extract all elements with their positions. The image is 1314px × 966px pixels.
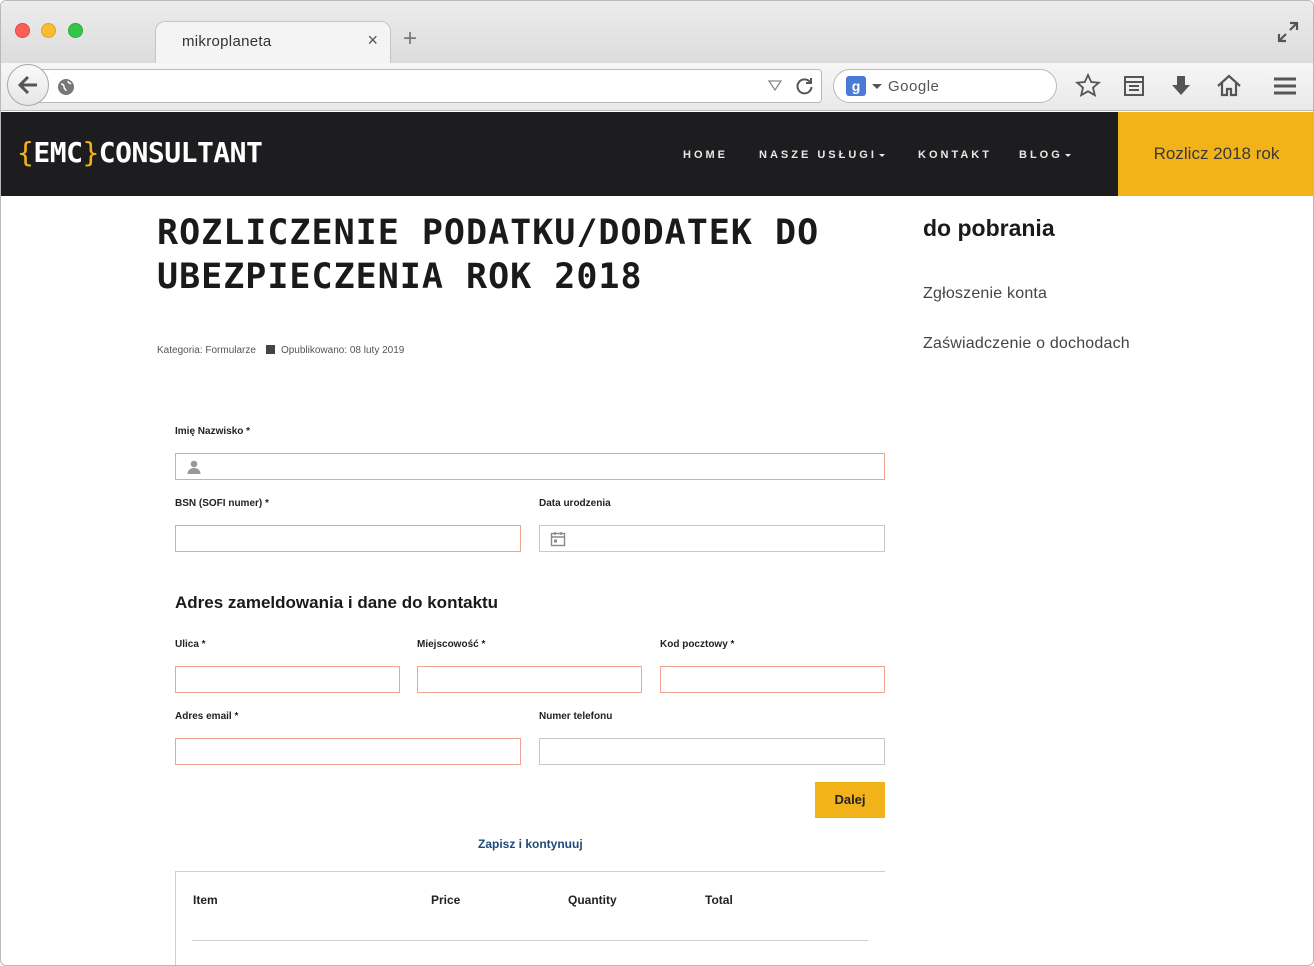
browser-window: mikroplaneta × + g Google {EMC}CONSULTAN… [0, 0, 1314, 966]
sidebar-link-account[interactable]: Zgłoszenie konta [923, 285, 1047, 303]
chevron-down-icon [1064, 153, 1071, 157]
zip-field[interactable] [660, 666, 885, 693]
back-button[interactable] [7, 64, 49, 106]
url-bar[interactable] [9, 69, 822, 103]
tab-title: mikroplaneta [182, 33, 272, 50]
bsn-field[interactable] [175, 525, 521, 552]
phone-label: Numer telefonu [539, 711, 613, 722]
email-field[interactable] [175, 738, 521, 765]
site-logo[interactable]: {EMC}CONSULTANT [17, 136, 263, 169]
name-label: Imię Nazwisko * [175, 426, 251, 437]
page-title-line1: ROZLICZENIE PODATKU/DODATEK DO [157, 213, 820, 253]
nav-blog[interactable]: BLOG [1019, 149, 1071, 161]
browser-navbar: g Google [1, 63, 1313, 111]
cta-label: Rozlicz 2018 rok [1153, 144, 1280, 163]
globe-icon [58, 79, 74, 95]
sidebar-title: do pobrania [923, 215, 1055, 241]
tab-close-icon[interactable]: × [367, 30, 378, 51]
logo-text: CONSULTANT [98, 136, 263, 169]
zip-label: Kod pocztowy * [660, 639, 735, 650]
address-heading: Adres zameldowania i dane do kontaktu [175, 593, 499, 612]
maximize-window-button[interactable] [68, 23, 83, 38]
article-published: Opublikowano: 08 luty 2019 [280, 345, 405, 356]
calendar-icon[interactable] [550, 531, 566, 547]
page-title-line2: UBEZPIECZENIA ROK 2018 [157, 257, 643, 297]
nav-home[interactable]: HOME [683, 149, 728, 161]
new-tab-button[interactable]: + [403, 27, 417, 51]
search-engine-dropdown-icon[interactable] [872, 84, 882, 89]
name-field[interactable] [175, 453, 885, 480]
table-header-item: Item [193, 893, 218, 907]
table-header-total: Total [705, 893, 733, 907]
back-arrow-icon [17, 75, 37, 95]
page-title: ROZLICZENIE PODATKU/DODATEK DO UBEZPIECZ… [157, 211, 857, 299]
url-dropdown-icon[interactable] [768, 78, 782, 92]
bsn-label: BSN (SOFI numer) * [175, 498, 269, 509]
logo-brand: EMC [33, 136, 83, 169]
dob-label: Data urodzenia [539, 498, 611, 509]
city-field[interactable] [417, 666, 642, 693]
dob-field[interactable] [539, 525, 885, 552]
article-meta: Kategoria: Formularze Opublikowano: 08 lu… [157, 345, 404, 356]
logo-brace-close: } [82, 136, 99, 169]
search-engine-icon[interactable]: g [846, 76, 866, 96]
sidebar-link-income[interactable]: Zaświadczenie o dochodach [923, 335, 1130, 353]
table-header-price: Price [431, 893, 461, 907]
chevron-down-icon [878, 153, 885, 157]
bookmark-star-icon[interactable] [1075, 73, 1101, 99]
street-label: Ulica * [175, 639, 206, 650]
close-window-button[interactable] [15, 23, 30, 38]
reload-icon[interactable] [795, 76, 815, 96]
city-label: Miejscowość * [417, 639, 486, 650]
home-icon[interactable] [1216, 73, 1242, 99]
browser-tab[interactable]: mikroplaneta × [155, 21, 391, 63]
cta-button[interactable]: Rozlicz 2018 rok [1118, 112, 1313, 196]
nav-blog-label: BLOG [1019, 149, 1063, 161]
street-field[interactable] [175, 666, 400, 693]
table-divider [192, 940, 868, 941]
fullscreen-icon[interactable] [1277, 21, 1299, 43]
reading-list-icon[interactable] [1121, 73, 1147, 99]
article-category[interactable]: Kategoria: Formularze [157, 345, 256, 356]
browser-titlebar: mikroplaneta × + [1, 1, 1313, 63]
download-icon[interactable] [1168, 73, 1194, 99]
search-box[interactable]: g Google [833, 69, 1057, 103]
logo-brace-open: { [17, 136, 34, 169]
email-label: Adres email * [175, 711, 239, 722]
next-button[interactable]: Dalej [815, 782, 885, 818]
search-placeholder: Google [888, 78, 940, 95]
minimize-window-button[interactable] [41, 23, 56, 38]
order-summary-table: Item Price Quantity Total [175, 871, 885, 965]
calendar-icon [265, 345, 275, 354]
nav-services[interactable]: NASZE USŁUGI [759, 149, 885, 161]
save-and-continue-link[interactable]: Zapisz i kontynuuj [478, 837, 583, 851]
table-header-quantity: Quantity [568, 893, 617, 907]
site-header: {EMC}CONSULTANT HOME NASZE USŁUGI KONTAK… [1, 112, 1313, 196]
user-icon [187, 460, 201, 474]
menu-icon[interactable] [1272, 73, 1298, 99]
nav-services-label: NASZE USŁUGI [759, 149, 877, 161]
nav-contact[interactable]: KONTAKT [918, 149, 992, 161]
phone-field[interactable] [539, 738, 885, 765]
